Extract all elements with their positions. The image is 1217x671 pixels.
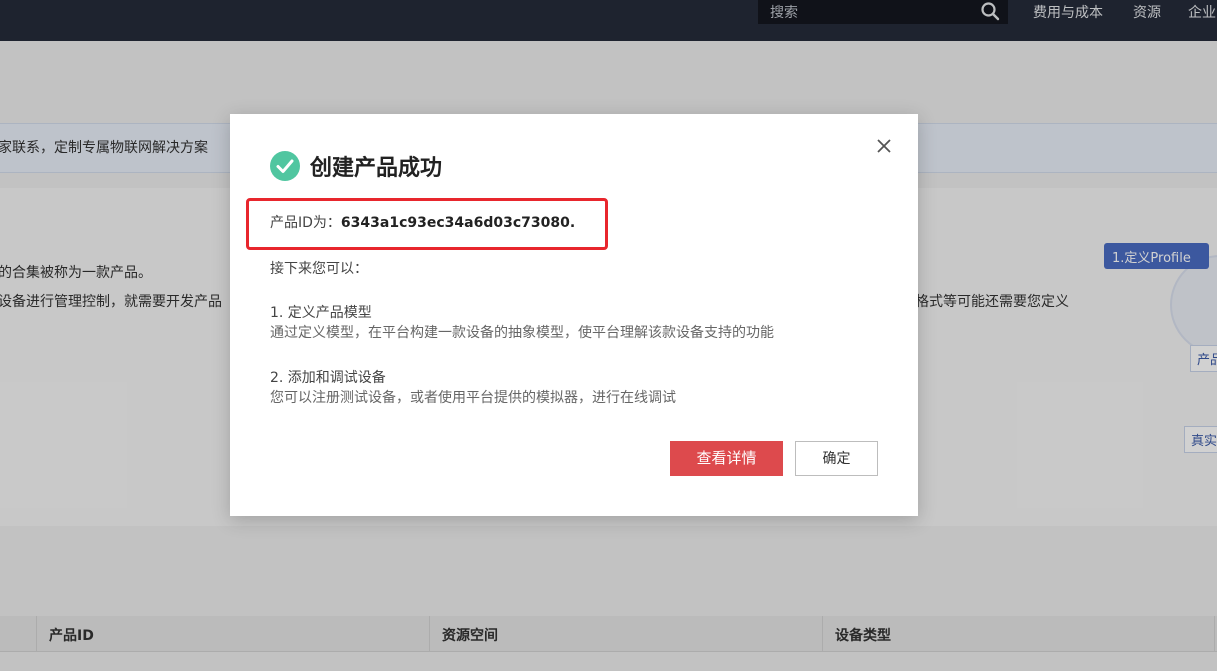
product-id-value: 6343a1c93ec34a6d03c73080. <box>340 215 576 231</box>
step1-title: 1. 定义产品模型 <box>270 305 372 321</box>
product-id-line: 产品ID为：6343a1c93ec34a6d03c73080. <box>270 212 575 232</box>
dialog-title: 创建产品成功 <box>310 156 443 181</box>
close-icon[interactable] <box>874 136 894 156</box>
create-product-success-dialog: 创建产品成功 产品ID为：6343a1c93ec34a6d03c73080. 接… <box>230 114 918 516</box>
view-details-button[interactable]: 查看详情 <box>670 441 783 476</box>
next-steps-intro: 接下来您可以： <box>270 261 368 277</box>
step1-description: 通过定义模型，在平台构建一款设备的抽象模型，使平台理解该款设备支持的功能 <box>270 325 774 341</box>
step2-title: 2. 添加和调试设备 <box>270 370 386 386</box>
success-check-icon <box>270 151 300 181</box>
confirm-button[interactable]: 确定 <box>795 441 878 476</box>
product-id-label: 产品ID为： <box>270 215 341 231</box>
step2-description: 您可以注册测试设备，或者使用平台提供的模拟器，进行在线调试 <box>270 390 676 406</box>
